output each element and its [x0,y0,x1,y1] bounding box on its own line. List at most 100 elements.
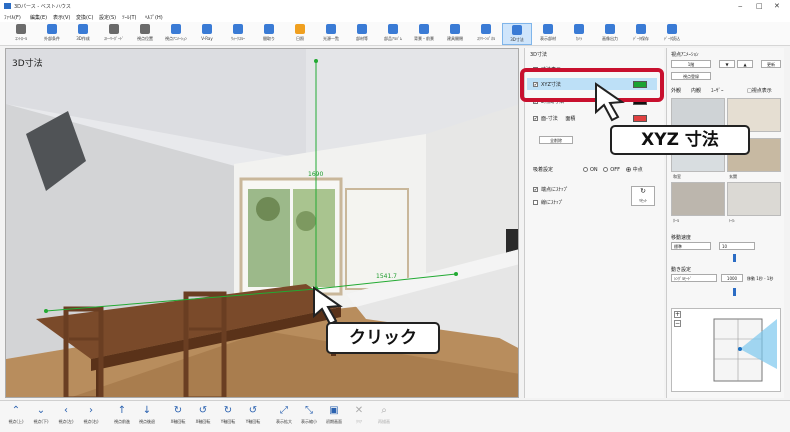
ribbon-button-19[interactable]: 画像出力 [595,23,625,45]
update-button[interactable]: 更新 [761,60,781,68]
viewport-title: 3D寸法 [12,59,43,69]
bottom-button-3[interactable]: › 視点(右) [81,405,101,429]
register-view-button[interactable]: 視点登録 [671,72,711,80]
menu-tools[interactable]: ﾂｰﾙ(T) [122,14,136,21]
ribbon-button-4[interactable]: 視点位置 [130,23,160,45]
snap-vertex-checkbox[interactable]: ✔ [533,187,538,192]
radio-off[interactable] [603,167,609,172]
3d-viewport[interactable]: 3D寸法 1690 1541.7 [5,48,519,398]
menu-file[interactable]: ﾌｧｲﾙ(F) [4,14,21,21]
ribbon-button-18[interactable]: ｶﾒﾗ [564,23,594,45]
ribbon-label-17: 表示部材 [540,36,556,41]
bottom-button-12[interactable]: ▣ 初期画面 [324,405,344,429]
menu-edit[interactable]: 編集(E) [30,14,47,21]
bottom-button-6[interactable]: ↻ X軸回転 [168,405,188,429]
ribbon-button-9[interactable]: 日照 [285,23,315,45]
tab-user[interactable]: ﾕｰｻﾞｰ [711,87,724,94]
snap-line-checkbox[interactable] [533,200,538,205]
bottom-button-13[interactable]: ✕ ｸﾘｱ [349,405,369,429]
surface-color-swatch[interactable] [633,115,647,122]
ribbon-button-5[interactable]: 視点ｱﾆﾒｰｼｮﾝ [161,23,191,45]
ribbon-label-15: ｽｸﾘｰﾝﾊﾟﾈﾙ [477,36,495,41]
close-icon[interactable]: ✕ [774,2,780,10]
thumb-caption-3: 和室 [673,174,681,179]
minimize-icon[interactable]: ‒ [738,2,742,10]
ribbon-button-8[interactable]: 間取り [254,23,284,45]
ribbon-button-14[interactable]: 建具開閉 [440,23,470,45]
ribbon-button-13[interactable]: 背景・前景 [409,23,439,45]
anim-slider[interactable] [733,288,736,296]
tab-exterior[interactable]: 外観 [671,87,681,94]
ribbon-button-2[interactable]: 3D作成 [68,23,98,45]
ribbon-label-0: ｺﾝﾄﾛｰﾙ [15,36,27,41]
bottom-button-7[interactable]: ↺ X軸回転 [193,405,213,429]
surface-row[interactable]: ✔ 面-寸法 面積 [533,115,575,122]
ribbon-button-10[interactable]: 光源一覧 [316,23,346,45]
bottom-icon-0: ⌃ [11,405,21,416]
maximize-icon[interactable]: □ [756,2,763,10]
bottom-button-8[interactable]: ↻ Y軸回転 [218,405,238,429]
ribbon-button-11[interactable]: 部材等 [347,23,377,45]
snap-vertex-row[interactable]: ✔ 端点にｽﾅｯﾌﾟ [533,186,569,193]
menu-help[interactable]: ﾍﾙﾌﾟ(H) [145,14,163,21]
show-viewpoint-toggle[interactable]: □視点表示 [747,87,772,94]
ribbon-button-0[interactable]: ｺﾝﾄﾛｰﾙ [6,23,36,45]
ribbon-button-6[interactable]: V-Ray [192,23,222,45]
bottom-button-1[interactable]: ⌄ 視点(下) [31,405,51,429]
floorplan-minimap[interactable]: + − [671,308,781,392]
anim-select[interactable]: ｼﾝｸﾞﾙﾓｰﾄﾞ [671,274,717,282]
ribbon-button-12[interactable]: 部品ｱﾙﾊﾞﾑ [378,23,408,45]
bottom-button-10[interactable]: ⤢ 表示拡大 [274,405,294,429]
bottom-button-2[interactable]: ‹ 視点(左) [56,405,76,429]
ribbon-toolbar: ｺﾝﾄﾛｰﾙ 外部条件 3D作成 ｽﾄｰﾘｰﾎﾞｰﾄﾞ 視点位置 視点ｱﾆﾒｰｼｮﾝ V-R… [0,22,790,46]
ribbon-button-3[interactable]: ｽﾄｰﾘｰﾎﾞｰﾄﾞ [99,23,129,45]
radio-mid[interactable] [625,167,631,172]
ribbon-button-16[interactable]: 3D寸法 [502,23,532,45]
speed-select[interactable]: 標準 [671,242,711,250]
bottom-icon-3: › [89,405,93,416]
zoom-out-icon[interactable]: − [674,320,681,327]
bottom-button-14[interactable]: ⌕ 再描画 [374,405,394,429]
bottom-label-3: 視点(右) [83,419,99,424]
ribbon-icon-7 [233,24,243,34]
bottom-icon-1: ⌄ [36,405,46,416]
bottom-button-9[interactable]: ↺ Y軸回転 [243,405,263,429]
arrow-down-button[interactable]: ▼ [719,60,735,68]
ribbon-icon-1 [47,24,57,34]
floor-select[interactable]: 1階 [671,60,711,68]
floorplan-drawing [713,318,777,382]
menu-view[interactable]: 表示(V) [53,14,70,21]
menu-settings[interactable]: 設定(S) [99,14,116,21]
ribbon-icon-16 [512,25,522,35]
bottom-label-6: X軸回転 [170,419,186,424]
ribbon-button-20[interactable]: ﾃﾞｰﾀ保存 [626,23,656,45]
arrow-up-button[interactable]: ▲ [737,60,753,68]
bottom-button-11[interactable]: ⤡ 表示縮小 [299,405,319,429]
ribbon-icon-4 [140,24,150,34]
ribbon-button-17[interactable]: 表示部材 [533,23,563,45]
thumb-6[interactable] [727,182,781,216]
ribbon-button-21[interactable]: ﾃﾞｰﾀ読込 [657,23,687,45]
anim-value[interactable]: 1000 [721,274,743,282]
snap-radio-group[interactable]: ON OFF 中点 [583,166,643,173]
speed-value[interactable]: 10 [719,242,755,250]
ribbon-button-1[interactable]: 外部条件 [37,23,67,45]
bottom-button-5[interactable]: ↓ 視点後退 [137,405,157,429]
ribbon-button-7[interactable]: ｳｫｰｸｽﾙｰ [223,23,253,45]
snap-line-row[interactable]: 線にｽﾅｯﾌﾟ [533,199,564,206]
menu-convert[interactable]: 変換(C) [76,14,93,21]
speed-slider[interactable] [733,254,736,262]
tab-interior[interactable]: 内観 [691,87,701,94]
viewpoint-animation-panel: 視点ｱﾆﾒｰｼｮﾝ 1階 ▼ ▲ 更新 視点登録 外観 内観 ﾕｰｻﾞｰ □視点… [666,48,784,398]
delete-all-button[interactable]: 全削除 [539,136,573,144]
bottom-button-4[interactable]: ↑ 視点前進 [112,405,132,429]
bottom-button-0[interactable]: ⌃ 視点(上) [6,405,26,429]
reset-button[interactable]: ↻ ﾘｾｯﾄ [631,186,655,206]
thumb-caption-6: ﾄｲﾚ [729,218,735,223]
radio-on[interactable] [583,167,588,172]
ribbon-label-19: 画像出力 [602,36,618,41]
ribbon-button-15[interactable]: ｽｸﾘｰﾝﾊﾟﾈﾙ [471,23,501,45]
thumb-5[interactable] [671,182,725,216]
zoom-in-icon[interactable]: + [674,311,681,318]
surface-checkbox[interactable]: ✔ [533,116,538,121]
